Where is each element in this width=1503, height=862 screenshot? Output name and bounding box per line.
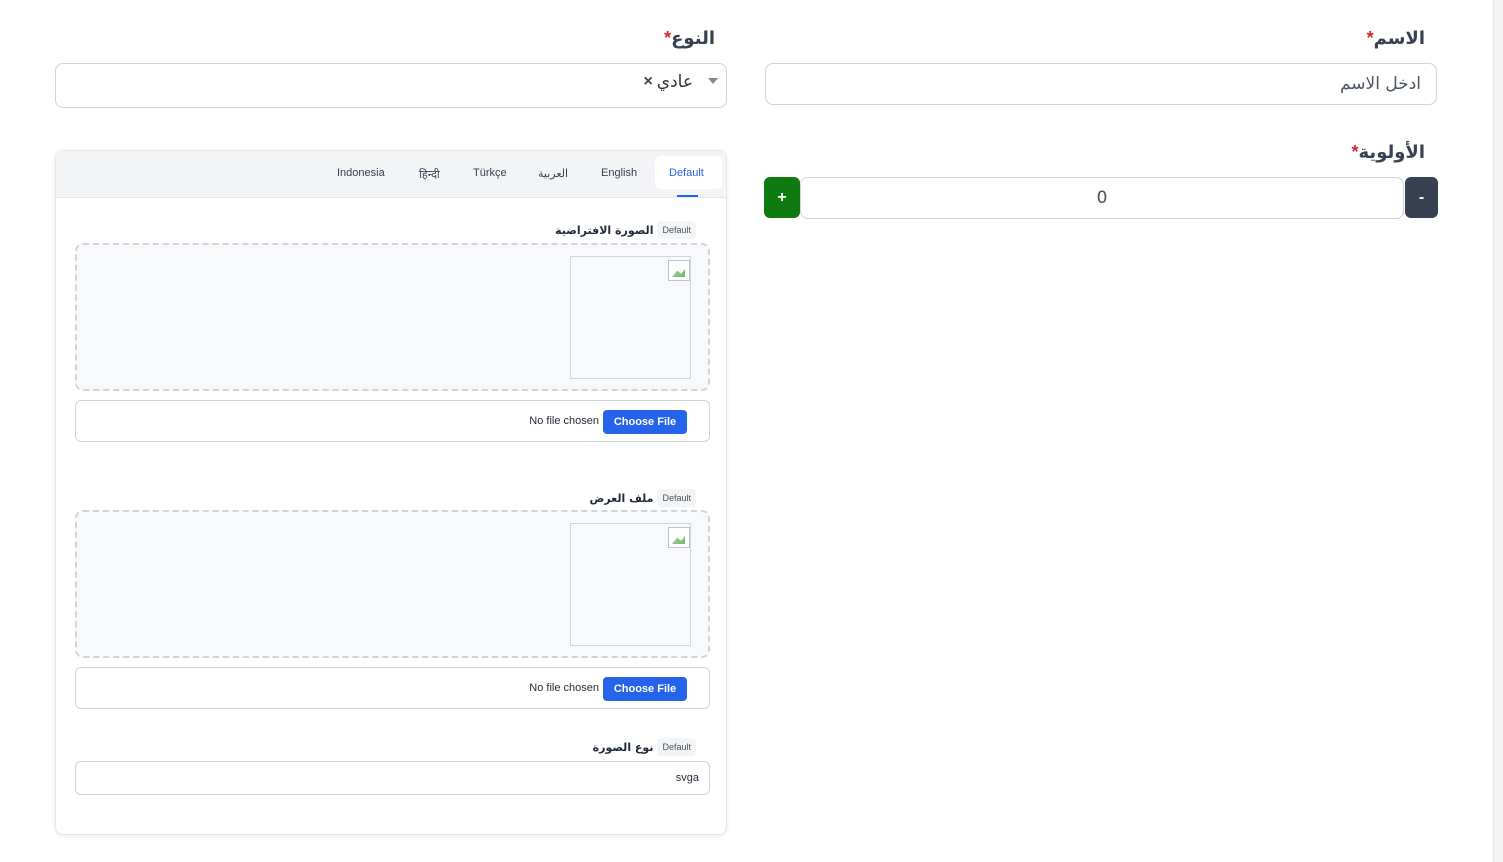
language-tabs: Default English العربية Türkçe हिन्दी In… bbox=[56, 151, 726, 198]
tab-turkish[interactable]: Türkçe bbox=[473, 167, 507, 179]
language-badge: Default bbox=[657, 738, 696, 756]
image-type-label-text: نوع الصورة bbox=[592, 740, 654, 754]
default-image-preview bbox=[570, 256, 691, 379]
name-input[interactable] bbox=[765, 63, 1437, 105]
name-label: الاسم* bbox=[1300, 28, 1425, 49]
language-badge: Default bbox=[657, 221, 696, 239]
priority-input[interactable] bbox=[800, 177, 1404, 219]
display-file-preview bbox=[570, 523, 691, 646]
display-file-dropzone[interactable] bbox=[75, 510, 710, 658]
default-image-dropzone[interactable] bbox=[75, 243, 710, 391]
close-icon[interactable]: × bbox=[643, 73, 652, 91]
priority-label-text: الأولوية bbox=[1358, 142, 1425, 162]
tab-indonesian[interactable]: Indonesia bbox=[337, 167, 385, 179]
default-image-label-text: الصورة الافتراضية bbox=[555, 223, 654, 237]
choose-file-button[interactable]: Choose File bbox=[603, 410, 687, 434]
type-label-text: النوع bbox=[671, 28, 715, 48]
default-image-label: الصورة الافتراضية Default bbox=[555, 221, 696, 239]
default-image-file-input[interactable]: Choose File No file chosen bbox=[75, 400, 710, 442]
image-type-input[interactable] bbox=[75, 761, 710, 795]
name-label-text: الاسم bbox=[1373, 28, 1425, 48]
display-file-file-input[interactable]: Choose File No file chosen bbox=[75, 667, 710, 709]
display-file-label: ملف العرض Default bbox=[589, 489, 696, 507]
required-marker: * bbox=[1351, 142, 1359, 162]
increment-button[interactable]: + bbox=[764, 177, 800, 218]
broken-image-icon bbox=[668, 260, 690, 281]
file-status: No file chosen bbox=[529, 682, 599, 694]
tab-english[interactable]: English bbox=[601, 167, 637, 179]
broken-image-icon bbox=[668, 527, 690, 548]
tab-default-label[interactable]: Default bbox=[669, 167, 704, 179]
priority-label: الأولوية* bbox=[1280, 142, 1426, 163]
type-selected-chip: × عادي bbox=[643, 72, 693, 92]
page-scrollbar[interactable] bbox=[1493, 0, 1503, 862]
type-label: النوع* bbox=[600, 28, 715, 49]
language-card: Default English العربية Türkçe हिन्दी In… bbox=[55, 150, 727, 835]
language-badge: Default bbox=[657, 489, 696, 507]
active-tab-indicator bbox=[677, 195, 698, 197]
chevron-down-icon[interactable] bbox=[708, 78, 718, 84]
required-marker: * bbox=[1366, 28, 1374, 48]
type-selected-value: عادي bbox=[656, 72, 693, 92]
display-file-label-text: ملف العرض bbox=[589, 491, 654, 505]
choose-file-button[interactable]: Choose File bbox=[603, 677, 687, 701]
image-type-label: نوع الصورة Default bbox=[593, 738, 696, 756]
type-select[interactable]: × عادي bbox=[55, 63, 727, 108]
tab-hindi[interactable]: हिन्दी bbox=[419, 167, 440, 182]
file-status: No file chosen bbox=[529, 415, 599, 427]
decrement-button[interactable]: - bbox=[1405, 177, 1438, 218]
tab-arabic[interactable]: العربية bbox=[538, 167, 568, 180]
